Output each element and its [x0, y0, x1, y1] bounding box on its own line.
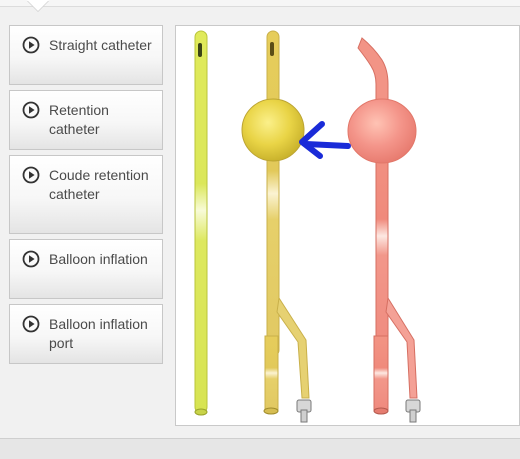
play-circle-icon	[22, 101, 40, 119]
menu-item-label: Retention catheter	[49, 102, 109, 137]
straight-catheter-tube	[194, 30, 208, 416]
balloon-inflation-port	[296, 399, 312, 423]
bottom-bar	[0, 438, 520, 459]
catheter-illustration	[194, 30, 421, 423]
straight-catheter-button[interactable]: Straight catheter	[9, 25, 163, 85]
retention-catheter-button[interactable]: Retention catheter	[9, 90, 163, 150]
coude-retention-catheter-button[interactable]: Coude retention catheter	[9, 155, 163, 234]
balloon-inflation-button[interactable]: Balloon inflation	[9, 239, 163, 299]
play-circle-icon	[22, 166, 40, 184]
menu-item-label: Balloon inflation port	[49, 316, 148, 351]
play-circle-icon	[22, 36, 40, 54]
inflated-balloon-pink	[347, 98, 417, 164]
inflated-balloon-yellow	[241, 98, 305, 162]
balloon-pointer-arrow	[299, 121, 351, 159]
catheter-illustration-panel	[175, 25, 520, 426]
menu-item-label: Balloon inflation	[49, 251, 148, 267]
balloon-inflation-port-button[interactable]: Balloon inflation port	[9, 304, 163, 364]
play-circle-icon	[22, 315, 40, 333]
tab-pointer	[27, 0, 49, 11]
coude-retention-catheter	[357, 37, 421, 423]
retention-catheter	[263, 30, 310, 415]
play-circle-icon	[22, 250, 40, 268]
menu-item-label: Straight catheter	[49, 37, 152, 53]
menu-item-label: Coude retention catheter	[49, 167, 149, 202]
